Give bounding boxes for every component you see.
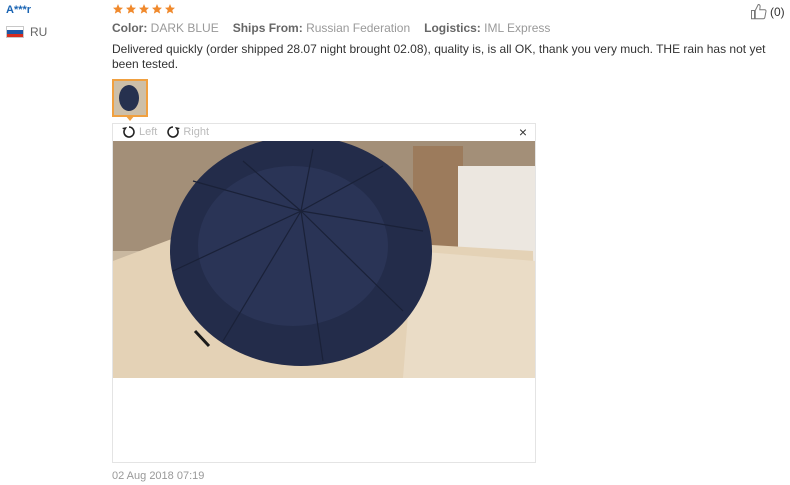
thumbnail-selected-caret [125,115,135,121]
review-date: 02 Aug 2018 07:19 [112,470,205,482]
rotate-left-icon [122,126,135,138]
star-icon [126,4,136,14]
reviewer-country: RU [6,25,47,39]
rotate-right-button[interactable]: Right [165,125,209,139]
thumbs-up-icon [751,4,767,20]
reviewer-name: A***r [6,4,32,16]
country-code: RU [30,25,48,39]
rotate-left-label: Left [139,126,158,138]
meta-ships-from: Ships From: Russian Federation [232,21,411,35]
rating-stars [112,3,176,15]
rotate-right-label: Right [183,126,210,138]
meta-logistics: Logistics: IML Express [424,21,551,35]
rotate-left-button[interactable]: Left [121,125,157,139]
viewer-toolbar: Left Right × [113,124,535,140]
image-viewer: Left Right × [112,123,536,463]
review-text: Delivered quickly (order shipped 28.07 n… [112,42,766,71]
star-icon [165,4,175,14]
umbrella-thumbnail-image [114,81,146,115]
close-icon[interactable]: × [519,124,527,140]
meta-color: Color: DARK BLUE [112,21,219,35]
star-icon [139,4,149,14]
rotate-right-icon [167,126,181,138]
helpful-button[interactable]: (0) [750,3,785,21]
russia-flag-icon [6,26,24,38]
umbrella-photo [113,141,535,378]
review-meta: Color: DARK BLUE Ships From: Russian Fed… [112,21,550,35]
helpful-count: (0) [770,5,785,19]
review-image-thumbnail[interactable] [112,79,148,117]
umbrella-photo-image [113,141,535,378]
star-icon [113,4,123,14]
star-icon [152,4,162,14]
